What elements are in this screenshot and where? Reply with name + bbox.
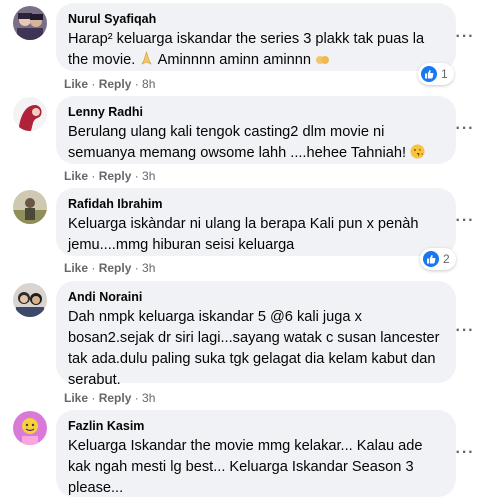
avatar[interactable]	[13, 411, 47, 445]
like-link[interactable]: Like	[64, 261, 88, 275]
comment-text: Keluarga Iskandar the movie mmg kelakar.…	[68, 438, 423, 496]
comment-actions: Like · Reply · 3h	[64, 169, 156, 183]
reply-link[interactable]: Reply	[99, 77, 132, 91]
reaction-badge[interactable]: 2	[420, 248, 456, 270]
comment-text: Dah nmpk keluarga iskandar 5 @6 kali jug…	[68, 309, 440, 388]
comment-author[interactable]: Fazlin Kasim	[68, 418, 444, 434]
comment-text: Keluarga iskàndar ni ulang la berapa Kal…	[68, 216, 419, 253]
more-options-icon[interactable]: ···	[452, 29, 478, 46]
more-options-icon[interactable]: ···	[452, 213, 478, 230]
more-options-icon[interactable]: ···	[452, 121, 478, 138]
open-hands-icon	[315, 51, 330, 66]
kissing-face-icon	[410, 144, 425, 159]
comment-actions: Like · Reply · 3h	[64, 261, 156, 275]
avatar[interactable]	[13, 6, 47, 40]
comment-author[interactable]: Nurul Syafiqah	[68, 11, 444, 27]
reaction-count: 1	[441, 67, 448, 81]
more-options-icon[interactable]: ···	[452, 445, 478, 462]
avatar[interactable]	[13, 190, 47, 224]
comment-actions: Like · Reply · 3h	[64, 391, 156, 405]
comment-bubble: Rafidah Ibrahim Keluarga iskàndar ni ula…	[56, 188, 456, 256]
comment-time[interactable]: 3h	[142, 391, 155, 405]
comment-bubble: Fazlin Kasim Keluarga Iskandar the movie…	[56, 410, 456, 497]
reply-link[interactable]: Reply	[99, 391, 132, 405]
comment-author[interactable]: Andi Noraini	[68, 289, 444, 305]
comment-bubble: Andi Noraini Dah nmpk keluarga iskandar …	[56, 281, 456, 388]
comment-bubble: Lenny Radhi Berulang ulang kali tengok c…	[56, 96, 456, 164]
comment-author[interactable]: Rafidah Ibrahim	[68, 196, 444, 212]
like-link[interactable]: Like	[64, 169, 88, 183]
comment-text: Harap² keluarga iskandar the series 3 pl…	[68, 31, 425, 68]
comment-time[interactable]: 8h	[142, 77, 155, 91]
reply-link[interactable]: Reply	[99, 169, 132, 183]
comment-time[interactable]: 3h	[142, 169, 155, 183]
comment-bubble: Nurul Syafiqah Harap² keluarga iskandar …	[56, 3, 456, 71]
reaction-badge[interactable]: 1	[418, 63, 454, 85]
praying-hands-icon	[139, 50, 154, 66]
more-options-icon[interactable]: ···	[452, 323, 478, 340]
comment-time[interactable]: 3h	[142, 261, 155, 275]
like-link[interactable]: Like	[64, 391, 88, 405]
avatar[interactable]	[13, 283, 47, 317]
like-icon	[423, 251, 439, 267]
comment-actions: Like · Reply · 8h	[64, 77, 156, 91]
like-icon	[421, 66, 437, 82]
like-link[interactable]: Like	[64, 77, 88, 91]
reply-link[interactable]: Reply	[99, 261, 132, 275]
comment-author[interactable]: Lenny Radhi	[68, 104, 444, 120]
avatar[interactable]	[13, 97, 47, 131]
comment-text: Berulang ulang kali tengok casting2 dlm …	[68, 122, 444, 164]
reaction-count: 2	[443, 252, 450, 266]
